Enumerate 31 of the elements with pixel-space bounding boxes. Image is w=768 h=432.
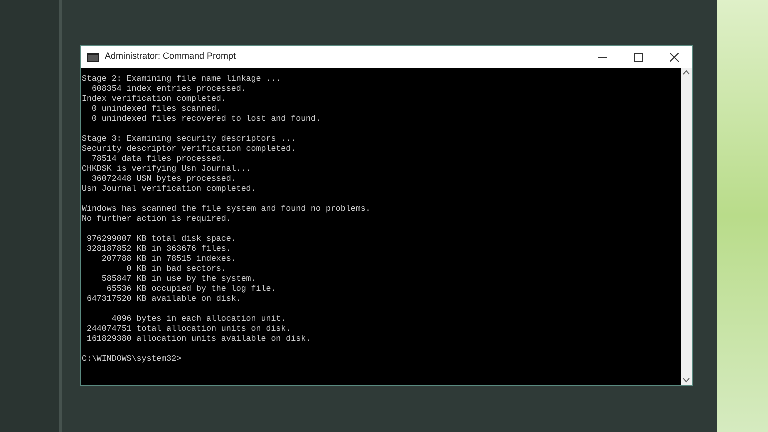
console-line: Index verification completed. xyxy=(82,95,228,105)
console-line: 36072448 USN bytes processed. xyxy=(90,175,238,185)
console-line: Windows has scanned the file system and found no problems. xyxy=(82,205,372,215)
console-line: Usn Journal verification completed. xyxy=(82,185,258,195)
minimize-icon xyxy=(598,56,606,58)
console-line: C:\WINDOWS\system32> xyxy=(82,355,183,365)
console-line: 161829380 allocation units available on disk. xyxy=(86,335,312,345)
console-line: 0 unindexed files scanned. xyxy=(90,105,222,115)
console-line: No further action is required. xyxy=(82,215,232,225)
close-icon xyxy=(670,52,678,62)
console-line: CHKDSK is verifying Usn Journal... xyxy=(82,165,252,175)
console-line: 647317520 KB available on disk. xyxy=(86,295,242,305)
maximize-icon xyxy=(634,52,642,62)
console-line: 4096 bytes in each allocation unit. xyxy=(110,315,288,325)
console-line: 0 unindexed files recovered to lost and found. xyxy=(90,115,322,125)
console-line: Stage 3: Examining security descriptors ... xyxy=(82,135,298,145)
console-icon xyxy=(87,52,99,62)
console-line: 65536 KB occupied by the log file. xyxy=(106,285,278,295)
console-line: 608354 index entries processed. xyxy=(90,85,248,95)
window-title: Administrator: Command Prompt xyxy=(105,50,238,64)
console-line: 976299007 KB total disk space. xyxy=(86,235,238,245)
console-line: 207788 KB in 78515 indexes. xyxy=(100,255,238,265)
console-line: 78514 data files processed. xyxy=(90,155,228,165)
scroll-up-icon[interactable] xyxy=(683,70,690,75)
console-line: Security descriptor verification completed. xyxy=(82,145,298,155)
console-line: 0 KB in bad sectors. xyxy=(126,265,228,275)
console-line: 585847 KB in use by the system. xyxy=(100,275,258,285)
console-line: 244074751 total allocation units on disk. xyxy=(86,325,292,335)
console-line: 328187852 KB in 363676 files. xyxy=(86,245,232,255)
console-line: Stage 2: Examining file name linkage ... xyxy=(82,75,282,85)
scroll-down-icon[interactable] xyxy=(683,378,690,383)
